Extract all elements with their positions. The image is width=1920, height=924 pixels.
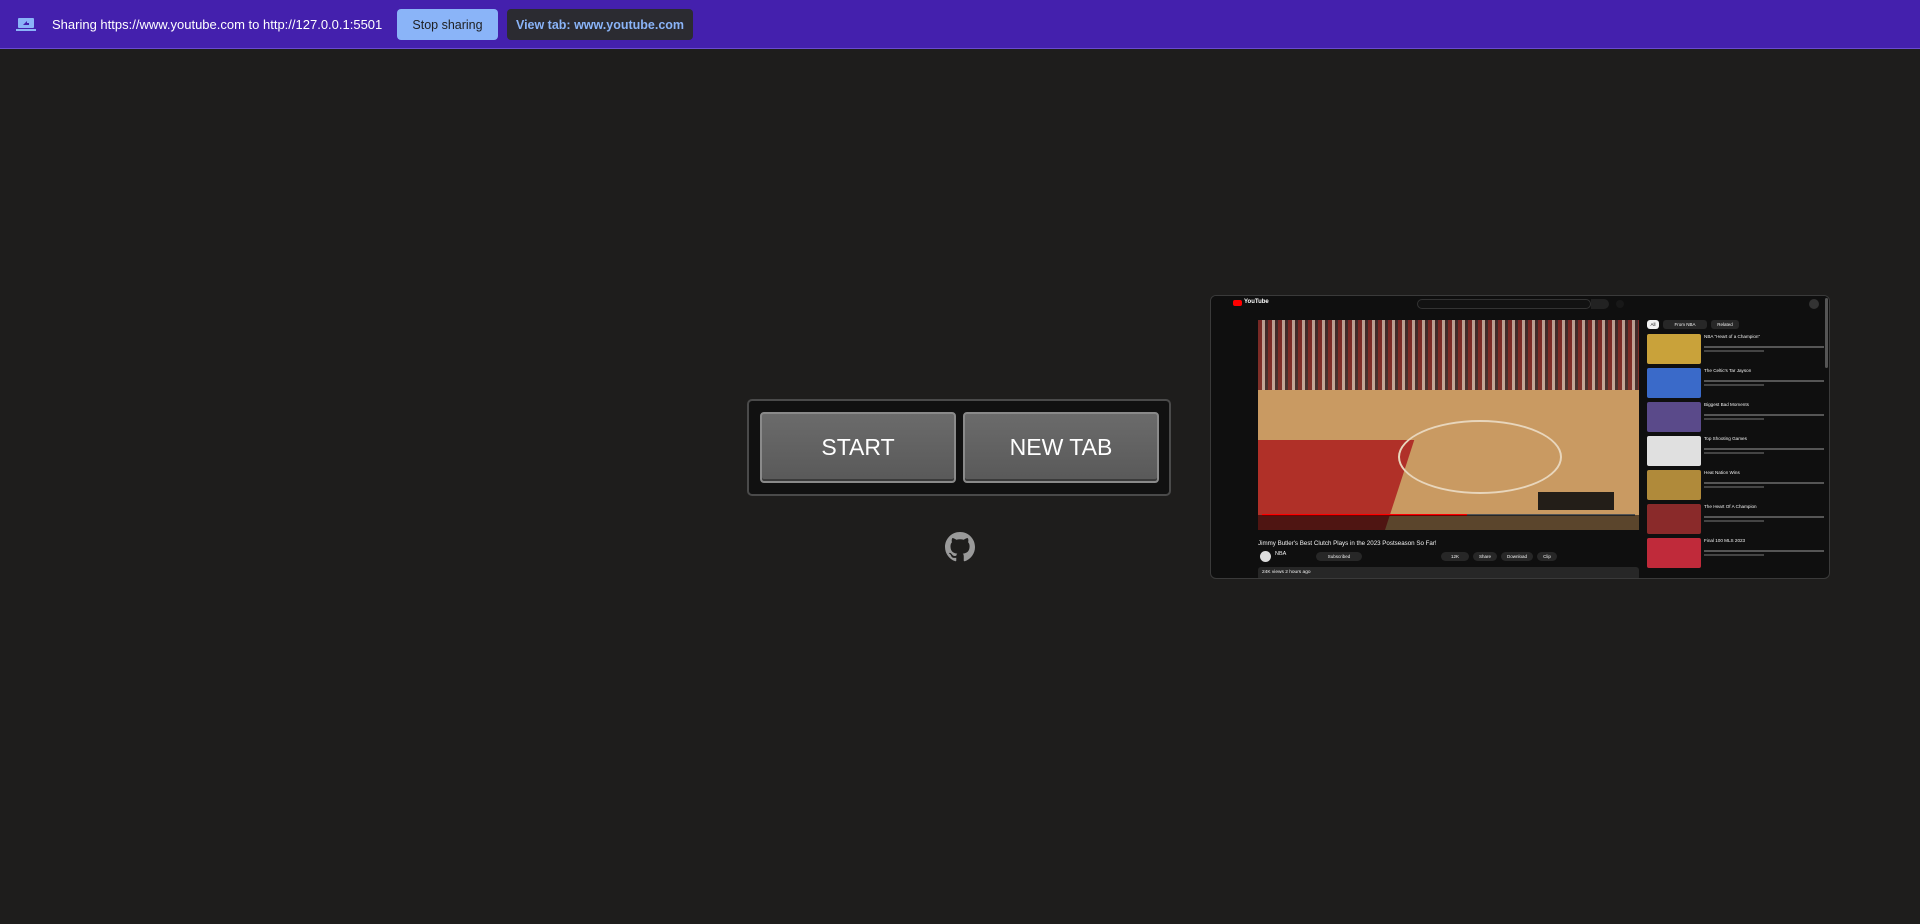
- stop-sharing-button[interactable]: Stop sharing: [397, 9, 498, 40]
- sharing-message: Sharing https://www.youtube.com to http:…: [52, 17, 383, 32]
- video-crowd: [1258, 320, 1639, 400]
- list-item: Final 100 MLS 2023: [1647, 538, 1827, 570]
- list-item: Biggest Bad Moments: [1647, 402, 1827, 434]
- rec-thumbnail: [1647, 334, 1701, 364]
- video-court-line: [1398, 420, 1562, 494]
- channel-name: NBA: [1275, 551, 1287, 557]
- tab-sharing-bar: Sharing https://www.youtube.com to http:…: [0, 0, 1920, 49]
- mic-icon: [1616, 300, 1624, 308]
- subscribe-button: Subscribed: [1316, 552, 1362, 561]
- video-description: 24K views 2 hours ago: [1258, 567, 1639, 578]
- rec-thumbnail: [1647, 538, 1701, 568]
- rec-thumbnail: [1647, 368, 1701, 398]
- list-item: Heat Nation Wins: [1647, 470, 1827, 502]
- clip-button: Clip: [1537, 552, 1557, 561]
- list-item: Top Shooting Games: [1647, 436, 1827, 468]
- chip-related: Related: [1711, 320, 1739, 329]
- avatar: [1809, 299, 1819, 309]
- screen-share-icon: [16, 18, 36, 31]
- like-button: 12K: [1441, 552, 1469, 561]
- youtube-logo-text: YouTube: [1244, 299, 1269, 305]
- list-item: NBA "Heart of a Champion": [1647, 334, 1827, 366]
- shared-tab-preview: YouTube Jimmy Butler's Best Clutch Plays…: [1210, 295, 1830, 579]
- rec-thumbnail: [1647, 436, 1701, 466]
- rec-title: Biggest Bad Moments: [1704, 402, 1749, 407]
- video-controls: [1258, 515, 1639, 530]
- new-tab-button[interactable]: NEW TAB: [963, 412, 1159, 483]
- list-item: The Celtic's Tar Jayson: [1647, 368, 1827, 400]
- rec-title: Top Shooting Games: [1704, 436, 1747, 441]
- channel-avatar: [1260, 551, 1271, 562]
- rec-thumbnail: [1647, 402, 1701, 432]
- rec-title: Final 100 MLS 2023: [1704, 538, 1746, 543]
- rec-thumbnail: [1647, 470, 1701, 500]
- control-panel: START NEW TAB: [747, 399, 1171, 496]
- scoreboard: [1538, 492, 1614, 510]
- list-item: The Heart Of A Champion: [1647, 504, 1827, 536]
- rec-title: NBA "Heart of a Champion": [1704, 334, 1761, 339]
- rec-title: The Celtic's Tar Jayson: [1704, 368, 1752, 373]
- youtube-search-input: [1417, 299, 1591, 309]
- share-button: Share: [1473, 552, 1497, 561]
- rec-title: Heat Nation Wins: [1704, 470, 1740, 475]
- youtube-logo-icon: [1233, 300, 1242, 306]
- video-title: Jimmy Butler's Best Clutch Plays in the …: [1258, 540, 1437, 547]
- rec-thumbnail: [1647, 504, 1701, 534]
- rec-title: The Heart Of A Champion: [1704, 504, 1757, 509]
- recommendations-sidebar: All From NBA Related NBA "Heart of a Cha…: [1647, 320, 1827, 578]
- view-tab-button[interactable]: View tab: www.youtube.com: [507, 9, 693, 40]
- start-button[interactable]: START: [760, 412, 956, 483]
- search-icon: [1591, 299, 1609, 309]
- download-button: Download: [1501, 552, 1533, 561]
- github-icon[interactable]: [945, 532, 975, 562]
- chip-all: All: [1647, 320, 1659, 329]
- video-player: [1258, 320, 1639, 530]
- youtube-header: YouTube: [1211, 296, 1829, 312]
- chip-from-nba: From NBA: [1663, 320, 1707, 329]
